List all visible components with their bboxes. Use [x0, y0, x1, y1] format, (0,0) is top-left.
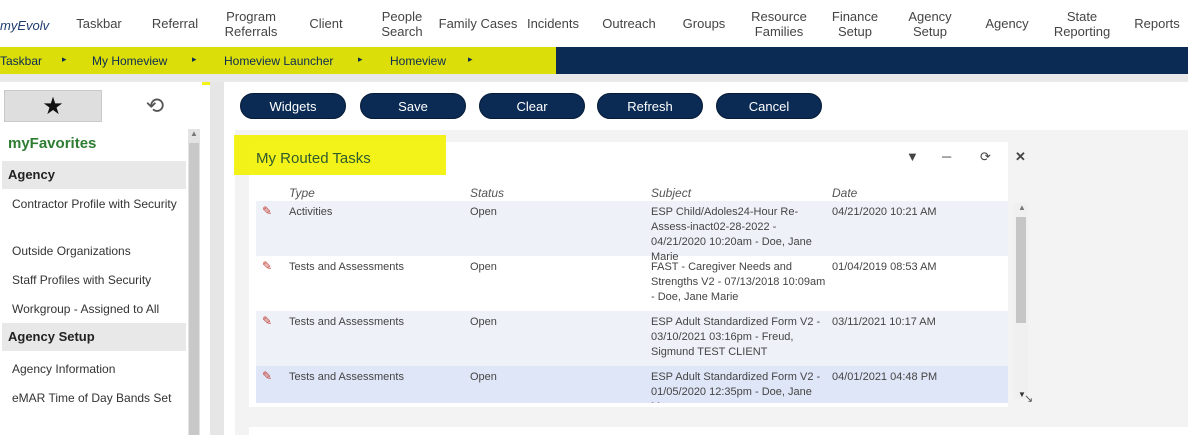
favorite-item[interactable]: Outside Organizations — [12, 242, 184, 260]
breadcrumb-arrow-icon: ▸ — [468, 54, 473, 64]
favorites-tab[interactable]: ★ — [4, 90, 102, 122]
column-header-status[interactable]: Status — [470, 186, 504, 200]
edit-icon[interactable]: ✎ — [262, 204, 272, 218]
column-header-type[interactable]: Type — [289, 186, 315, 200]
breadcrumb-arrow-icon: ▸ — [62, 54, 67, 64]
top-nav: myEvolv Taskbar Referral Program Referra… — [0, 0, 1188, 47]
scroll-up-icon[interactable]: ▲ — [190, 129, 198, 138]
favorite-item[interactable]: eMAR Time of Day Bands Set — [12, 389, 184, 407]
table-row[interactable]: ✎ Tests and Assessments Open FAST - Care… — [256, 256, 1008, 311]
nav-agency-setup[interactable]: Agency Setup — [900, 0, 960, 47]
breadcrumb-arrow-icon: ▸ — [358, 54, 363, 64]
table-row[interactable]: ✎ Activities Open ESP Child/Adoles24-Hou… — [256, 201, 1008, 263]
column-header-date[interactable]: Date — [832, 186, 857, 200]
sidebar-scrollbar[interactable]: ▲ — [188, 129, 200, 435]
grid-scrollbar[interactable]: ▲ ▼ — [1014, 203, 1028, 399]
close-icon[interactable]: ✕ — [1015, 149, 1026, 165]
row-type: Tests and Assessments — [289, 371, 404, 383]
history-tab[interactable]: ⟲ — [120, 90, 190, 122]
row-status: Open — [470, 371, 497, 383]
table-row[interactable]: ✎ Tests and Assessments Open ESP Adult S… — [256, 366, 1008, 403]
nav-client[interactable]: Client — [296, 0, 356, 47]
table-row[interactable]: ✎ Tests and Assessments Open ESP Adult S… — [256, 311, 1008, 366]
nav-reports[interactable]: Reports — [1128, 0, 1186, 47]
scroll-up-icon[interactable]: ▲ — [1018, 203, 1026, 212]
history-icon: ⟲ — [145, 93, 165, 118]
nav-people-search[interactable]: People Search — [374, 0, 430, 47]
nav-resource-families[interactable]: Resource Families — [744, 0, 814, 47]
refresh-icon[interactable]: ⟳ — [980, 149, 991, 165]
row-type: Activities — [289, 206, 333, 218]
minimize-icon[interactable]: ─ — [942, 149, 951, 164]
nav-finance-setup[interactable]: Finance Setup — [826, 0, 884, 47]
nav-groups[interactable]: Groups — [674, 0, 734, 47]
row-status: Open — [470, 261, 497, 273]
row-type: Tests and Assessments — [289, 261, 404, 273]
row-type: Tests and Assessments — [289, 316, 404, 328]
favorites-sidebar: ★ ⟲ myFavorites Agency Contractor Profil… — [0, 82, 202, 435]
favorites-title: myFavorites — [8, 135, 97, 152]
widgets-button[interactable]: Widgets — [240, 93, 346, 119]
edit-icon[interactable]: ✎ — [262, 369, 272, 383]
filter-icon[interactable]: ▼ — [906, 149, 919, 164]
edit-icon[interactable]: ✎ — [262, 259, 272, 273]
scrollbar-thumb[interactable] — [189, 143, 199, 435]
row-subject: FAST - Caregiver Needs and Strengths V2 … — [651, 261, 826, 303]
nav-agency[interactable]: Agency — [976, 0, 1038, 47]
breadcrumb-homeview[interactable]: Homeview — [390, 54, 446, 68]
nav-outreach[interactable]: Outreach — [596, 0, 662, 47]
nav-taskbar[interactable]: Taskbar — [66, 0, 132, 47]
row-status: Open — [470, 316, 497, 328]
breadcrumb-my-homeview[interactable]: My Homeview — [92, 54, 167, 68]
favorite-item[interactable]: Staff Profiles with Security — [12, 271, 184, 289]
scrollbar-thumb[interactable] — [1016, 217, 1026, 323]
row-date: 03/11/2021 10:17 AM — [832, 316, 936, 328]
breadcrumb-underbar — [0, 74, 1188, 82]
star-icon: ★ — [42, 92, 64, 120]
nav-program-referrals[interactable]: Program Referrals — [216, 0, 286, 47]
breadcrumb-homeview-launcher[interactable]: Homeview Launcher — [224, 54, 333, 68]
row-subject: ESP Adult Standardized Form V2 - 03/10/2… — [651, 316, 821, 358]
section-header-agency[interactable]: Agency — [2, 161, 186, 189]
section-header-agency-setup[interactable]: Agency Setup — [2, 323, 186, 351]
breadcrumb-arrow-icon: ▸ — [192, 54, 197, 64]
resize-handle-icon[interactable]: ↘ — [1024, 392, 1033, 405]
nav-incidents[interactable]: Incidents — [522, 0, 584, 47]
row-date: 01/04/2019 08:53 AM — [832, 261, 937, 273]
row-status: Open — [470, 206, 497, 218]
row-subject: ESP Adult Standardized Form V2 - 01/05/2… — [651, 371, 821, 403]
favorite-item[interactable]: Agency Information — [12, 360, 184, 378]
column-header-subject[interactable]: Subject — [651, 186, 691, 200]
brand-logo[interactable]: myEvolv — [0, 18, 49, 33]
next-widget-edge — [249, 427, 1188, 435]
favorite-item[interactable]: Contractor Profile with Security — [12, 195, 184, 213]
edit-icon[interactable]: ✎ — [262, 314, 272, 328]
nav-family-cases[interactable]: Family Cases — [438, 0, 518, 47]
nav-state-reporting[interactable]: State Reporting — [1050, 0, 1114, 47]
breadcrumb-taskbar[interactable]: Taskbar — [0, 54, 42, 68]
cancel-button[interactable]: Cancel — [716, 93, 822, 119]
widget-title: My Routed Tasks — [256, 150, 371, 167]
refresh-button[interactable]: Refresh — [597, 93, 703, 119]
row-date: 04/21/2020 10:21 AM — [832, 206, 937, 218]
nav-referral[interactable]: Referral — [144, 0, 206, 47]
panel-splitter[interactable] — [210, 82, 224, 435]
row-date: 04/01/2021 04:48 PM — [832, 371, 938, 383]
save-button[interactable]: Save — [360, 93, 466, 119]
clear-button[interactable]: Clear — [479, 93, 585, 119]
favorite-item[interactable]: Workgroup - Assigned to All — [12, 300, 184, 318]
